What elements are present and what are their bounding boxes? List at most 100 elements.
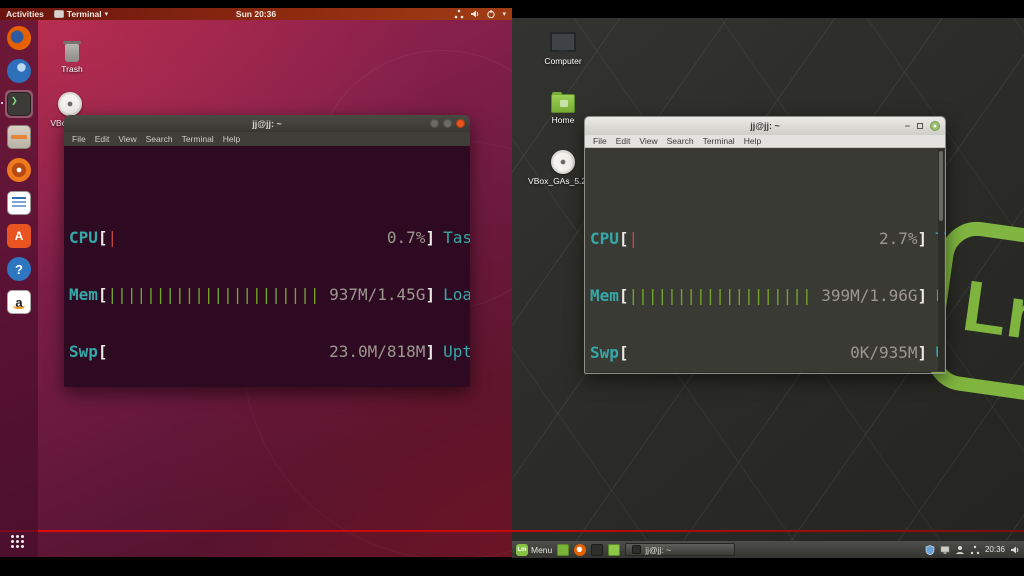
ubuntu-wallpaper: Trash VBox_ 5.2 A ? a [0,20,512,557]
cd-disc-icon [58,92,82,116]
htop-output: CPU[| 2.7%] Mem[||||||||||||||||||| 399M… [585,148,945,372]
menu-item[interactable]: Edit [94,134,111,144]
show-applications-button[interactable] [11,535,27,551]
window-titlebar[interactable]: jj@jj: ~ − [585,117,945,135]
comparison-screenshot: Activities Terminal ▾ Sun 20:36 [0,0,1024,576]
chevron-down-icon: ▾ [105,10,109,18]
window-button-label: jj@jj: ~ [645,545,671,555]
ubuntu-dock: A ? a [0,20,38,557]
cpu-meter: CPU[| 2.7%] [590,229,927,248]
menu-item[interactable]: File [71,134,87,144]
gnome-top-bar: Activities Terminal ▾ Sun 20:36 [0,8,512,20]
desktop-icon-label: Trash [44,64,100,74]
maximize-button[interactable] [443,119,452,128]
ubuntu-software-icon: A [7,224,31,248]
menu-label: Menu [531,545,552,555]
load-average-line: Load average: 0.24 0.37 0.20 [443,285,470,304]
tasks-line: Tasks: 105, 223 thr; 1 running [443,228,470,247]
ubuntu-terminal-window: jj@jj: ~ FileEditViewSearchTerminalHelp … [64,115,470,387]
system-tray: 20:36 [925,545,1020,555]
window-title: jj@jj: ~ [750,121,780,131]
scrollbar[interactable] [938,149,944,371]
menu-item[interactable]: File [592,136,608,146]
chevron-down-icon: ▾ [502,10,506,18]
terminal-menubar: File Edit View Search Terminal Help [64,132,470,146]
network-icon [454,9,464,19]
volume-icon[interactable] [1010,545,1020,555]
terminal-icon [632,545,641,554]
menu-item[interactable]: Help [222,134,241,144]
firefox-icon [7,26,31,50]
rhythmbox-icon [7,158,31,182]
dock-item-amazon[interactable]: a [5,288,33,316]
taskbar-clock[interactable]: 20:36 [985,545,1005,554]
mint-taskbar: Lm Menu jj@jj: ~ [512,541,1024,558]
terminal-menubar: File Edit View Search Terminal Help [585,135,945,148]
menu-item[interactable]: Terminal [181,134,215,144]
dock-item-help[interactable]: ? [5,255,33,283]
mem-meter: Mem[||||||||||||||||||| 399M/1.96G] [590,286,927,305]
menu-item[interactable]: Search [666,136,695,146]
shield-icon[interactable] [925,545,935,555]
cpu-meter: CPU[| 0.7%] [69,228,435,247]
desktop-icon-label: Computer [528,56,598,66]
minimize-button[interactable] [430,119,439,128]
files-icon[interactable] [608,544,620,556]
red-divider-line [0,530,1024,532]
dock-item-terminal[interactable] [5,90,33,118]
dock-item-thunderbird[interactable] [5,57,33,85]
menu-item[interactable]: View [638,136,658,146]
mem-meter: Mem[|||||||||||||||||||||| 937M/1.45G] [69,285,435,304]
amazon-icon: a [7,290,31,314]
user-icon[interactable] [955,545,965,555]
menu-button[interactable]: Lm Menu [516,544,552,556]
activities-button[interactable]: Activities [6,9,44,19]
app-menu-label: Terminal [67,9,102,19]
terminal-icon[interactable] [591,544,603,556]
computer-icon [550,32,576,54]
mint-wallpaper: Lm Computer Home VBox_GAs_5.2.10 jj@jj: … [512,18,1024,558]
mint-desktop: Lm Computer Home VBox_GAs_5.2.10 jj@jj: … [512,0,1024,576]
window-title: jj@jj: ~ [252,119,282,129]
menu-item[interactable]: Edit [615,136,632,146]
minimize-button[interactable]: − [905,121,910,131]
mint-terminal-window: jj@jj: ~ − File Edit View Search Terminal Hel… [584,116,946,374]
show-desktop-icon[interactable] [557,544,569,556]
swap-meter: Swp[ 23.0M/818M] [69,342,435,361]
terminal-icon [7,92,31,116]
libreoffice-writer-icon [7,191,31,215]
dock-item-firefox[interactable] [5,24,33,52]
app-menu[interactable]: Terminal ▾ [54,9,108,19]
menu-item[interactable]: Help [743,136,762,146]
menu-item[interactable]: Terminal [702,136,736,146]
trash-icon [62,40,82,62]
help-icon: ? [7,257,31,281]
maximize-button[interactable] [917,123,923,129]
close-button[interactable] [456,119,465,128]
mint-menu-icon: Lm [516,544,528,556]
desktop-icon-trash[interactable]: Trash [44,40,100,74]
htop-output: CPU[| 0.7%] Mem[|||||||||||||||||||||| 9… [64,146,470,387]
window-titlebar[interactable]: jj@jj: ~ [64,115,470,132]
system-status-area[interactable]: ▾ [454,9,506,19]
window-list-button[interactable]: jj@jj: ~ [625,543,735,556]
ubuntu-desktop: Activities Terminal ▾ Sun 20:36 [0,0,512,576]
uptime-line: Uptime: 00:06:41 [443,342,470,361]
power-icon [486,9,496,19]
swap-meter: Swp[ 0K/935M] [590,343,927,362]
menu-item[interactable]: View [117,134,137,144]
home-folder-icon [551,94,575,113]
dock-item-writer[interactable] [5,189,33,217]
menu-item[interactable]: Search [145,134,174,144]
dock-item-files[interactable] [5,123,33,151]
thunderbird-icon [7,59,31,83]
desktop-icon-computer[interactable]: Computer [528,32,598,66]
network-icon[interactable] [970,545,980,555]
display-icon[interactable] [940,545,950,555]
firefox-icon[interactable] [574,544,586,556]
files-icon [7,125,31,149]
volume-icon [470,9,480,19]
close-button[interactable] [930,121,940,131]
dock-item-rhythmbox[interactable] [5,156,33,184]
dock-item-software[interactable]: A [5,222,33,250]
